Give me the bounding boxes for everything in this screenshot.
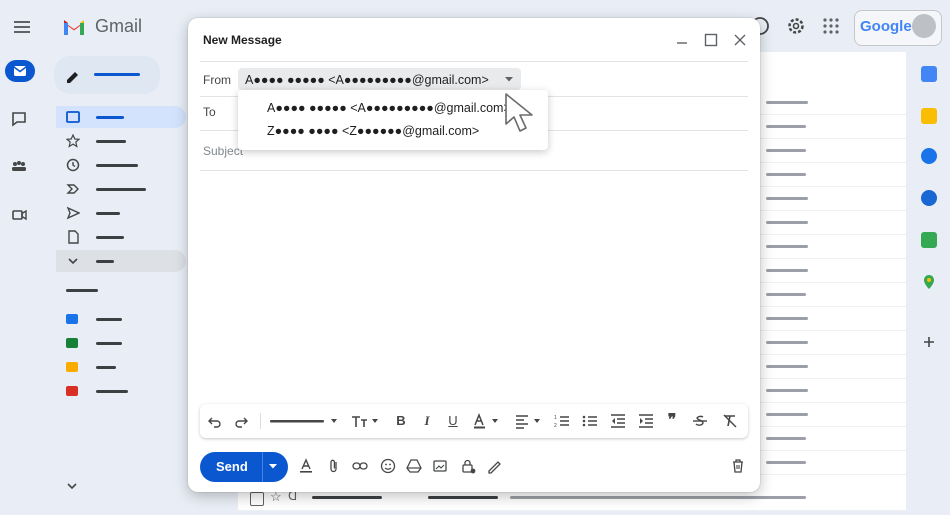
label-icon — [66, 386, 78, 396]
plus-icon[interactable] — [921, 334, 937, 350]
undo-icon[interactable] — [208, 413, 222, 429]
schedule-send-caret-icon[interactable] — [268, 463, 278, 470]
send-label: Send — [216, 459, 248, 474]
google-logo: Google — [860, 18, 912, 35]
maps-icon[interactable] — [921, 274, 937, 290]
nav-important[interactable] — [56, 178, 186, 200]
avatar[interactable] — [912, 14, 936, 38]
minimize-icon[interactable] — [675, 34, 689, 48]
voice-icon[interactable] — [921, 232, 937, 248]
trash-icon[interactable] — [730, 458, 746, 474]
label-item[interactable] — [56, 380, 186, 402]
drive-icon[interactable] — [406, 458, 422, 474]
signature-icon[interactable] — [486, 458, 502, 474]
link-icon[interactable] — [352, 458, 368, 474]
italic-icon[interactable]: I — [420, 413, 434, 429]
font-size-icon[interactable] — [350, 413, 380, 429]
tasks-icon[interactable] — [921, 148, 937, 164]
from-option[interactable]: A●●●● ●●●●● <A●●●●●●●●●@gmail.com> — [267, 101, 511, 115]
important-icon — [66, 184, 79, 194]
indent-more-icon[interactable] — [638, 413, 654, 429]
inbox-icon — [66, 111, 80, 123]
text-color-icon[interactable] — [472, 413, 502, 429]
labels-heading — [66, 289, 98, 292]
nav-snoozed[interactable] — [56, 154, 186, 176]
rail-mail-icon[interactable] — [5, 60, 35, 82]
attach-icon[interactable] — [326, 458, 342, 474]
photo-icon[interactable] — [432, 458, 448, 474]
svg-text:2: 2 — [554, 423, 557, 429]
settings-icon[interactable] — [786, 16, 806, 36]
label-icon — [66, 362, 78, 372]
mouse-cursor-icon — [502, 92, 540, 134]
emoji-icon[interactable] — [380, 458, 396, 474]
sent-icon — [66, 206, 80, 220]
expand-chevron-icon[interactable] — [64, 478, 80, 494]
calendar-icon[interactable] — [921, 66, 937, 82]
from-label: From — [203, 73, 231, 87]
gmail-logo-icon[interactable] — [62, 18, 86, 36]
indent-less-icon[interactable] — [610, 413, 626, 429]
from-option[interactable]: Z●●●● ●●●● <Z●●●●●●@gmail.com> — [267, 124, 479, 138]
svg-text:1: 1 — [554, 415, 557, 421]
app-name: Gmail — [95, 16, 143, 36]
divider — [200, 61, 748, 62]
format-options-icon[interactable] — [298, 458, 314, 474]
apps-grid-icon[interactable] — [822, 17, 840, 35]
keep-icon[interactable] — [921, 108, 937, 124]
bulleted-list-icon[interactable] — [582, 413, 598, 429]
label-item[interactable] — [56, 332, 186, 354]
numbered-list-icon[interactable]: 12 — [554, 413, 570, 429]
close-icon[interactable] — [733, 33, 747, 47]
fullscreen-icon[interactable] — [704, 33, 718, 47]
meet-icon[interactable] — [6, 204, 32, 226]
redo-icon[interactable] — [234, 413, 248, 429]
nav-inbox[interactable] — [56, 106, 186, 128]
chat-icon[interactable] — [6, 108, 32, 130]
divider — [200, 170, 748, 171]
to-label: To — [203, 105, 216, 119]
spaces-icon[interactable] — [6, 156, 32, 178]
nav-drafts[interactable] — [56, 226, 186, 248]
bold-icon[interactable]: B — [394, 413, 408, 429]
label-icon — [66, 338, 78, 348]
draft-icon — [68, 230, 79, 244]
compose-button[interactable] — [54, 56, 160, 94]
align-icon[interactable] — [514, 413, 544, 429]
star-icon — [66, 134, 80, 148]
message-body[interactable]: ​ — [240, 204, 740, 404]
nav-sent[interactable] — [56, 202, 186, 224]
label-item[interactable] — [56, 308, 186, 330]
nav-more[interactable] — [56, 250, 186, 272]
formatting-toolbar: B I U 12 ❞ — [200, 404, 748, 438]
side-panel — [912, 52, 946, 432]
main-menu-icon[interactable] — [12, 18, 32, 36]
confidential-icon[interactable] — [460, 458, 476, 474]
compose-title: New Message — [203, 33, 282, 47]
from-value[interactable]: A●●●● ●●●●● <A●●●●●●●●●@gmail.com> — [245, 73, 489, 87]
clock-icon — [66, 158, 80, 172]
remove-formatting-icon[interactable] — [722, 413, 738, 429]
nav-starred[interactable] — [56, 130, 186, 152]
strikethrough-icon[interactable] — [692, 413, 708, 429]
chevron-down-icon — [68, 258, 78, 265]
label-icon — [66, 314, 78, 324]
divider — [262, 452, 263, 482]
caret-down-icon[interactable] — [504, 76, 514, 83]
quote-icon[interactable]: ❞ — [664, 413, 680, 429]
contacts-icon[interactable] — [921, 190, 937, 206]
checkbox[interactable] — [250, 492, 264, 506]
label-item[interactable] — [56, 356, 186, 378]
font-icon[interactable] — [268, 413, 338, 429]
underline-icon[interactable]: U — [446, 413, 460, 429]
